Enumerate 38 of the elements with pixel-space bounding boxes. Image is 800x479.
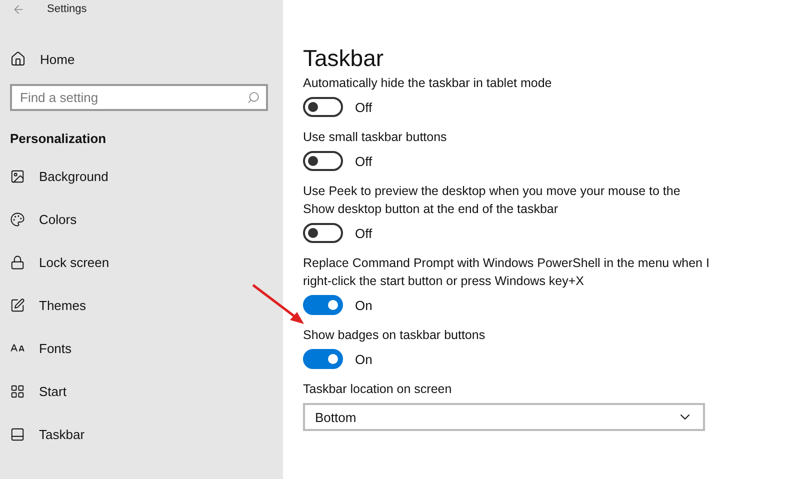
setting-label: Show badges on taskbar buttons bbox=[303, 327, 486, 344]
sidebar-item[interactable]: Themes bbox=[0, 284, 283, 327]
setting-label: Use small taskbar buttons bbox=[303, 129, 448, 146]
setting-label: Replace Command Prompt with Windows PowerShell in the menu when I right-click the start button or press Windows key+X bbox=[303, 255, 710, 290]
sidebar-item[interactable]: Fonts bbox=[0, 327, 283, 370]
toggle-state: Off bbox=[355, 226, 372, 240]
image-icon bbox=[10, 169, 25, 184]
window-title: Settings bbox=[47, 3, 87, 15]
toggle-state: On bbox=[355, 298, 372, 312]
sidebar-item[interactable]: Start bbox=[0, 370, 283, 413]
palette-icon bbox=[10, 212, 25, 227]
search-field[interactable]: Find a setting bbox=[10, 84, 268, 111]
toggle-state: Off bbox=[355, 100, 372, 114]
section-heading: Personalization bbox=[10, 131, 108, 146]
setting-label: Use Peek to preview the desktop when you move your mouse to the Show desktop button at the end of the taskbar bbox=[303, 183, 682, 218]
sidebar-item[interactable]: Taskbar bbox=[0, 413, 283, 456]
setting-label: Taskbar location on screen bbox=[303, 381, 453, 398]
sidebar-item[interactable]: Background bbox=[0, 155, 283, 198]
home-icon bbox=[10, 51, 26, 67]
lock-icon bbox=[10, 255, 25, 270]
page-title: Taskbar bbox=[303, 44, 385, 72]
toggle-state: Off bbox=[355, 154, 372, 168]
sidebar-item[interactable]: Colors bbox=[0, 198, 283, 241]
setting-label: Automatically hide the taskbar in tablet mode bbox=[303, 75, 553, 92]
toggle-switch[interactable] bbox=[303, 349, 343, 369]
toggle-switch[interactable] bbox=[303, 97, 343, 117]
pen-square-icon bbox=[10, 298, 25, 313]
toggle-switch[interactable] bbox=[303, 295, 343, 315]
dropdown[interactable]: Bottom bbox=[303, 403, 705, 431]
home-link[interactable]: Home bbox=[0, 38, 283, 80]
toggle-state: On bbox=[355, 352, 372, 366]
grid-icon bbox=[10, 384, 25, 399]
sidebar-item[interactable]: Lock screen bbox=[0, 241, 283, 284]
toggle-switch[interactable] bbox=[303, 223, 343, 243]
back-arrow-icon[interactable] bbox=[12, 2, 25, 16]
search-icon bbox=[247, 91, 260, 104]
toggle-switch[interactable] bbox=[303, 151, 343, 171]
panel-icon bbox=[10, 427, 25, 442]
